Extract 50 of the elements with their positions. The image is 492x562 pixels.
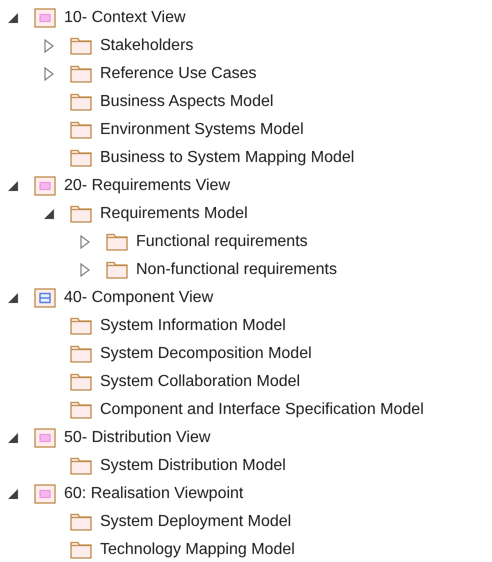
expanded-triangle-icon[interactable] [7, 292, 19, 304]
view-package-icon [34, 484, 56, 504]
view-package-icon [34, 428, 56, 448]
tree-item-label[interactable]: System Decomposition Model [100, 342, 312, 366]
component-package-icon [34, 288, 56, 308]
folder-icon [70, 149, 92, 167]
tree-item-label[interactable]: System Information Model [100, 314, 286, 338]
tree-item-label[interactable]: Business to System Mapping Model [100, 146, 354, 170]
expanded-triangle-icon[interactable] [7, 180, 19, 192]
folder-icon [70, 121, 92, 139]
expanded-triangle-icon[interactable] [43, 208, 55, 220]
tree-item-label[interactable]: Requirements Model [100, 202, 248, 226]
folder-icon [70, 65, 92, 83]
folder-icon [70, 345, 92, 363]
folder-icon [70, 457, 92, 475]
tree-item-label[interactable]: Component and Interface Specification Model [100, 398, 424, 422]
collapsed-triangle-icon[interactable] [44, 67, 54, 81]
view-package-icon [34, 8, 56, 28]
tree-item-label[interactable]: Stakeholders [100, 34, 194, 58]
tree-item-label[interactable]: Business Aspects Model [100, 90, 274, 114]
folder-icon [70, 373, 92, 391]
folder-icon [106, 261, 128, 279]
tree-item-label[interactable]: 20- Requirements View [64, 174, 230, 198]
tree-item-label[interactable]: Environment Systems Model [100, 118, 304, 142]
folder-icon [70, 37, 92, 55]
folder-icon [70, 401, 92, 419]
expanded-triangle-icon[interactable] [7, 12, 19, 24]
collapsed-triangle-icon[interactable] [80, 235, 90, 249]
folder-icon [70, 317, 92, 335]
expanded-triangle-icon[interactable] [7, 432, 19, 444]
folder-icon [106, 233, 128, 251]
collapsed-triangle-icon[interactable] [44, 39, 54, 53]
folder-icon [70, 513, 92, 531]
tree-item-label[interactable]: System Deployment Model [100, 510, 292, 534]
folder-icon [70, 93, 92, 111]
tree-item-label[interactable]: System Distribution Model [100, 454, 286, 478]
view-package-icon [34, 176, 56, 196]
tree-item-label[interactable]: Non-functional requirements [136, 258, 337, 282]
folder-icon [70, 205, 92, 223]
tree-item-label[interactable]: Functional requirements [136, 230, 308, 254]
tree-item-label[interactable]: System Collaboration Model [100, 370, 300, 394]
collapsed-triangle-icon[interactable] [80, 263, 90, 277]
tree-item-label[interactable]: 50- Distribution View [64, 426, 210, 450]
tree-item-label[interactable]: Technology Mapping Model [100, 538, 295, 562]
tree-item-label[interactable]: 40- Component View [64, 286, 214, 310]
expanded-triangle-icon[interactable] [7, 488, 19, 500]
tree-item-label[interactable]: Reference Use Cases [100, 62, 257, 86]
tree-item-label[interactable]: 60: Realisation Viewpoint [64, 482, 244, 506]
tree-item-label[interactable]: 10- Context View [64, 6, 186, 30]
folder-icon [70, 541, 92, 559]
